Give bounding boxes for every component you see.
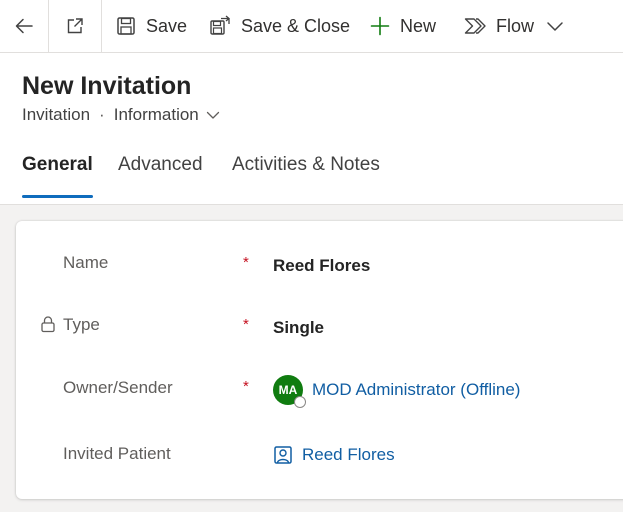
active-tab-indicator [22,195,93,198]
lock-icon [41,316,55,333]
chevron-down-icon [206,111,219,119]
save-icon [117,17,135,35]
tab-advanced-label: Advanced [118,154,203,175]
invited-patient-field[interactable]: Reed Flores [273,445,395,465]
chevron-down-icon [547,22,563,31]
open-in-new-window-button[interactable] [48,0,102,52]
invited-patient-label: Invited Patient [63,444,171,463]
breadcrumb-separator: · [99,105,105,124]
new-label: New [400,15,437,36]
save-label: Save [146,15,188,36]
name-label: Name [63,253,109,272]
tab-general[interactable]: General [22,154,93,198]
general-section-card: Name * Reed Flores Type * Single Owner/S… [16,221,623,499]
contact-record-icon [274,446,292,464]
type-field[interactable]: Single [273,318,324,338]
owner-field[interactable]: MA MOD Administrator (Offline) [273,375,520,408]
save-and-close-button[interactable]: Save & Close [209,0,350,52]
open-in-new-window-icon [67,18,83,34]
type-label: Type [63,315,100,334]
more-commands-button[interactable] [544,0,566,52]
owner-label: Owner/Sender [63,378,173,397]
breadcrumb: Invitation · Information [22,104,220,126]
form-selector-label: Information [113,105,199,124]
owner-required-indicator: * [243,378,249,395]
tab-activities-notes-label: Activities & Notes [232,154,380,175]
avatar-initials: MA [278,383,298,397]
form-header: New Invitation Invitation · Information … [0,53,623,205]
owner-link[interactable]: MOD Administrator (Offline) [312,380,520,400]
form-selector[interactable]: Information [114,105,220,125]
entity-name: Invitation [22,105,91,124]
new-button[interactable]: New [370,0,436,52]
invited-patient-link[interactable]: Reed Flores [302,445,395,465]
arrow-left-icon [15,18,33,34]
tab-advanced[interactable]: Advanced [118,154,203,198]
tab-activities-notes[interactable]: Activities & Notes [232,154,380,198]
tab-general-label: General [22,154,93,175]
flow-label: Flow [496,15,535,36]
save-and-close-label: Save & Close [241,15,351,36]
save-button[interactable]: Save [116,0,187,52]
name-required-indicator: * [243,254,249,271]
type-required-indicator: * [243,316,249,333]
page-title: New Invitation [22,72,192,100]
save-and-close-icon [210,15,231,35]
plus-icon [370,16,390,36]
back-button[interactable] [0,0,47,52]
presence-offline-icon [294,396,306,408]
flow-icon [464,18,486,34]
avatar: MA [273,375,306,408]
command-bar: Save Save & Close New Flow [0,0,623,53]
name-field[interactable]: Reed Flores [273,256,370,276]
flow-button[interactable]: Flow [464,0,534,52]
